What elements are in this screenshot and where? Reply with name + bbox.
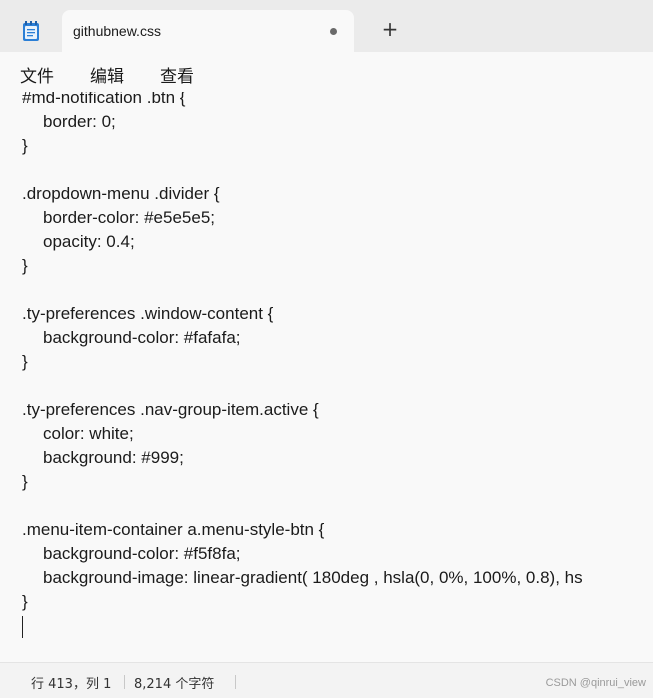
code-line: opacity: 0.4; <box>43 232 135 251</box>
code-line: } <box>22 352 28 371</box>
code-line: background-image: linear-gradient( 180de… <box>43 568 583 587</box>
status-bar: 行 413，列 1 8,214 个字符 CSDN @qinrui_view <box>0 662 653 698</box>
code-line: } <box>22 592 28 611</box>
status-divider <box>124 675 125 689</box>
csdn-watermark: CSDN @qinrui_view <box>545 677 646 689</box>
notepad-window: githubnew.css + 文件 编辑 查看 #md-notificatio… <box>0 0 653 698</box>
unsaved-dot-icon[interactable] <box>330 28 337 35</box>
code-line: background: #999; <box>43 448 184 467</box>
code-line: .ty-preferences .nav-group-item.active { <box>22 400 319 419</box>
tab-bar: githubnew.css + <box>0 0 653 52</box>
menu-bar: 文件 编辑 查看 <box>0 52 653 92</box>
code-line: border: 0; <box>43 112 116 131</box>
new-tab-button[interactable]: + <box>379 18 401 40</box>
code-line: } <box>22 136 28 155</box>
code-line: background-color: #fafafa; <box>43 328 241 347</box>
code-line: } <box>22 256 28 275</box>
menu-view[interactable]: 查看 <box>160 62 194 87</box>
code-line: color: white; <box>43 424 134 443</box>
text-editor[interactable]: #md-notification .btn { border: 0; } .dr… <box>0 92 653 662</box>
tab-title: githubnew.css <box>73 23 161 39</box>
code-line: .ty-preferences .window-content { <box>22 304 274 323</box>
code-line: #md-notification .btn { <box>22 92 186 107</box>
code-line: .dropdown-menu .divider { <box>22 184 220 203</box>
code-line: background-color: #f5f8fa; <box>43 544 241 563</box>
code-line: border-color: #e5e5e5; <box>43 208 216 227</box>
status-divider <box>235 675 236 689</box>
notepad-app-icon <box>23 21 39 41</box>
cursor-position[interactable]: 行 413，列 1 <box>31 673 111 692</box>
code-line: .menu-item-container a.menu-style-btn { <box>22 520 325 539</box>
character-count: 8,214 个字符 <box>134 677 215 692</box>
code-line: } <box>22 472 28 491</box>
tab-githubnew-css[interactable]: githubnew.css <box>62 10 354 52</box>
text-caret <box>22 616 23 638</box>
menu-file[interactable]: 文件 <box>20 62 54 87</box>
menu-edit[interactable]: 编辑 <box>90 62 124 87</box>
